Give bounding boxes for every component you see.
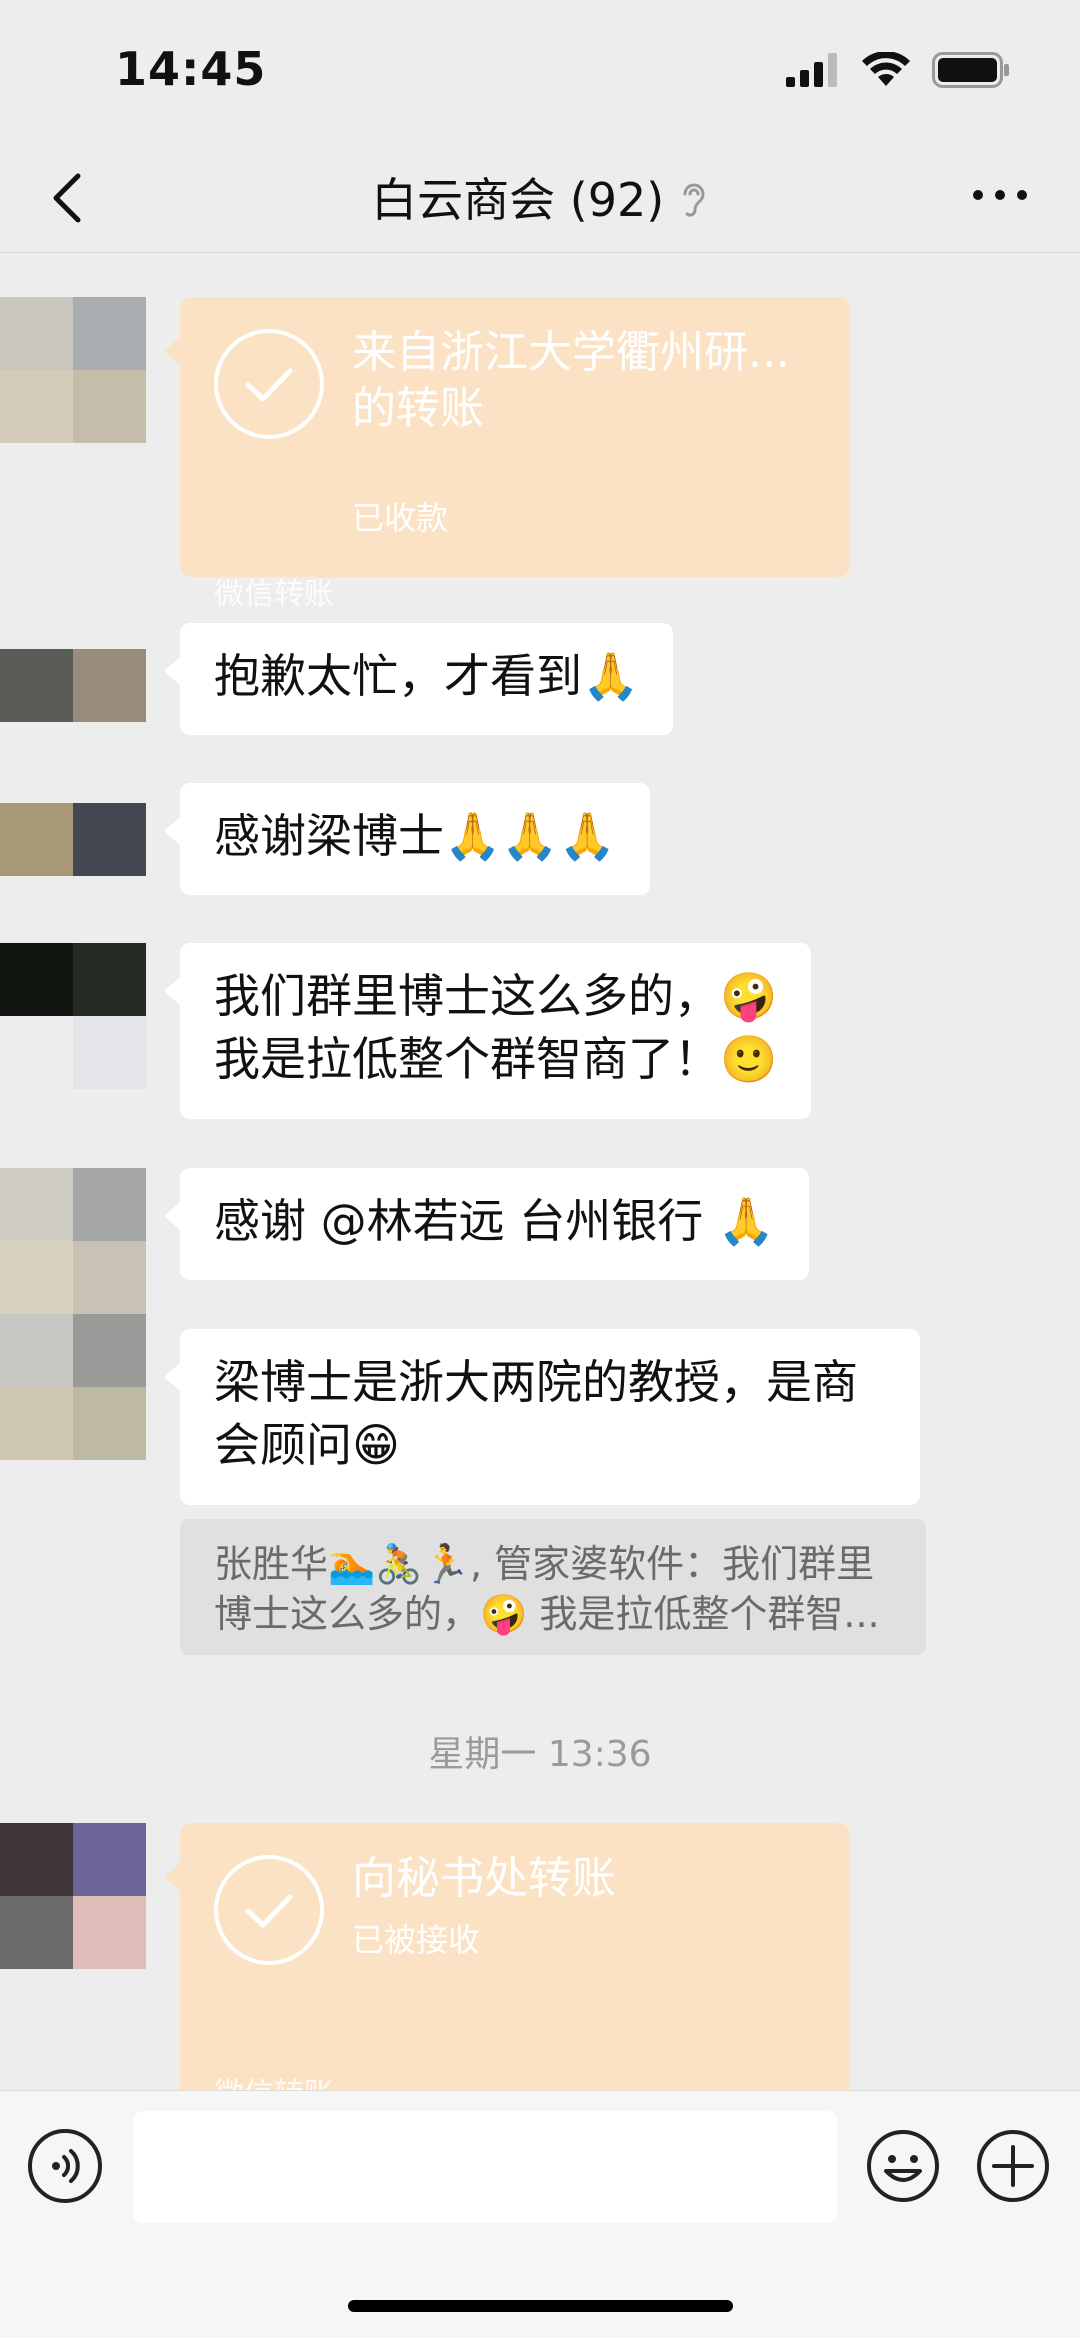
check-circle-icon — [214, 1855, 324, 1965]
chat-title-text: 白云商会 (92) — [371, 173, 665, 227]
emoji-icon[interactable] — [866, 2129, 940, 2203]
message-bubble[interactable]: 抱歉太忙，才看到🙏 — [163, 623, 674, 735]
message-bubble[interactable]: 感谢 @林若远 台州银行 🙏 — [163, 1168, 810, 1280]
voice-icon[interactable] — [28, 2129, 102, 2203]
battery-icon — [932, 52, 1009, 88]
transfer-status: 已收款 — [352, 499, 449, 537]
chat-header: 白云商会 (92) — [0, 140, 1080, 253]
transfer-title: 来自浙江大学衢州研...的转账 — [352, 327, 790, 434]
chat-title: 白云商会 (92) — [0, 164, 1080, 230]
message-bubble[interactable]: 梁博士是浙大两院的教授，是商会顾问😁 — [164, 1329, 920, 1505]
avatar[interactable] — [0, 803, 146, 876]
transfer-status: 已被接收 — [352, 1921, 481, 1959]
avatar[interactable] — [0, 649, 146, 722]
status-bar: 14:45 — [0, 0, 1080, 140]
ear-icon — [683, 183, 705, 217]
message-bubble[interactable]: 我们群里博士这么多的，🤪 我是拉低整个群智商了！🙂 — [163, 943, 812, 1119]
avatar[interactable] — [0, 943, 146, 1089]
status-icons — [786, 52, 1010, 88]
plus-icon[interactable] — [976, 2129, 1050, 2203]
home-indicator[interactable] — [348, 2300, 733, 2312]
message-bubble[interactable]: 感谢梁博士🙏🙏🙏 — [164, 783, 650, 895]
avatar[interactable] — [0, 297, 146, 443]
signal-icon — [786, 53, 837, 87]
message-input[interactable] — [133, 2111, 837, 2223]
timestamp: 星期一 13:36 — [428, 1734, 652, 1775]
transfer-card[interactable]: 来自浙江大学衢州研...的转账 已收款 微信转账 — [164, 297, 850, 612]
wifi-icon — [862, 52, 910, 86]
chat-message-list[interactable]: 来自浙江大学衢州研...的转账 已收款 微信转账 抱歉太忙，才看到🙏 感谢梁博士… — [0, 253, 1080, 2090]
transfer-card[interactable]: 向秘书处转账 已被接收 微信转账 — [164, 1823, 850, 2090]
avatar[interactable] — [0, 1823, 146, 1969]
check-circle-icon — [214, 329, 324, 439]
quoted-message[interactable]: 张胜华🏊🚴🏃, 管家婆软件：我们群里博士这么多的，🤪 我是拉低整个群智... — [180, 1519, 926, 1655]
status-time: 14:45 — [115, 42, 267, 96]
transfer-footer: 微信转账 — [214, 2069, 334, 2090]
transfer-title: 向秘书处转账 — [352, 1853, 616, 1904]
more-dots-icon[interactable] — [970, 170, 1030, 220]
avatar[interactable] — [0, 1168, 146, 1460]
transfer-footer: 微信转账 — [214, 577, 334, 612]
